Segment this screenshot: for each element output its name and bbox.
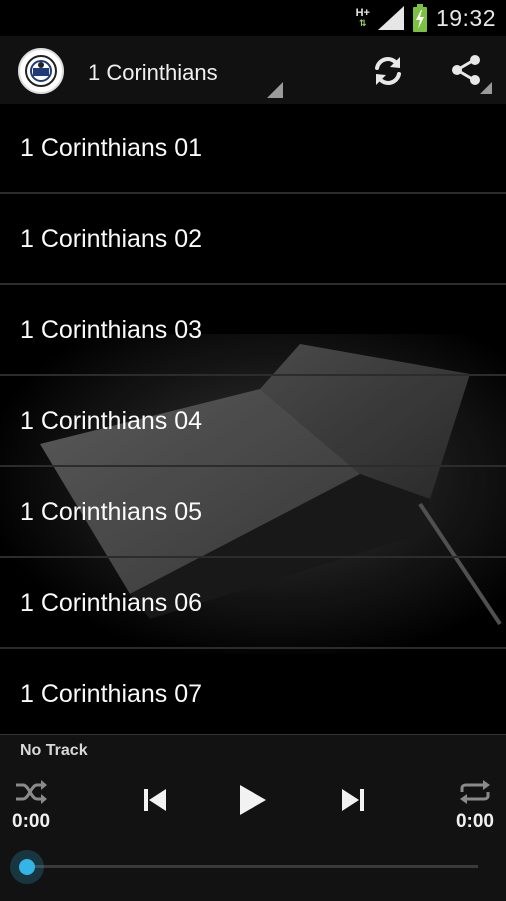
seek-bar-thumb[interactable] bbox=[10, 850, 44, 884]
list-item-label: 1 Corinthians 02 bbox=[20, 225, 203, 253]
network-type-indicator: H+ ⇅ bbox=[355, 7, 370, 29]
next-track-button[interactable] bbox=[336, 785, 370, 815]
data-arrows-icon: ⇅ bbox=[358, 18, 367, 28]
elapsed-time: 0:00 bbox=[12, 811, 51, 832]
refresh-icon bbox=[375, 57, 401, 85]
list-item-chapter-07[interactable]: 1 Corinthians 07 bbox=[0, 650, 506, 734]
status-icons: H+ ⇅ 19:32 bbox=[356, 4, 496, 32]
action-bar: 1 Corinthians bbox=[0, 36, 506, 104]
previous-track-button[interactable] bbox=[138, 785, 172, 815]
list-item-chapter-03[interactable]: 1 Corinthians 03 bbox=[0, 286, 506, 376]
repeat-button[interactable] bbox=[458, 779, 492, 805]
app-logo-icon[interactable] bbox=[18, 48, 64, 94]
seek-bar-track[interactable] bbox=[28, 865, 478, 868]
share-overflow-indicator-icon bbox=[480, 82, 492, 94]
list-item-chapter-06[interactable]: 1 Corinthians 06 bbox=[0, 559, 506, 649]
list-item-chapter-04[interactable]: 1 Corinthians 04 bbox=[0, 377, 506, 467]
seek-bar-thumb-dot bbox=[19, 859, 35, 875]
play-button[interactable] bbox=[234, 781, 270, 819]
list-item-label: 1 Corinthians 05 bbox=[20, 498, 203, 526]
share-icon bbox=[452, 55, 480, 85]
list-item-chapter-01[interactable]: 1 Corinthians 01 bbox=[0, 104, 506, 194]
list-item-chapter-02[interactable]: 1 Corinthians 02 bbox=[0, 195, 506, 285]
current-track-title: No Track bbox=[20, 742, 88, 759]
book-selector-spinner[interactable]: 1 Corinthians bbox=[80, 46, 285, 98]
network-type-label: H+ bbox=[355, 7, 370, 19]
list-item-label: 1 Corinthians 01 bbox=[20, 134, 203, 162]
play-icon bbox=[240, 785, 266, 815]
book-title: 1 Corinthians bbox=[88, 60, 218, 85]
list-item-label: 1 Corinthians 07 bbox=[20, 680, 203, 708]
chapter-list[interactable]: 1 Corinthians 01 1 Corinthians 02 1 Cori… bbox=[0, 104, 506, 734]
list-item-label: 1 Corinthians 06 bbox=[20, 589, 203, 617]
battery-icon bbox=[412, 4, 428, 32]
refresh-button[interactable] bbox=[364, 50, 412, 92]
list-item-chapter-05[interactable]: 1 Corinthians 05 bbox=[0, 468, 506, 558]
status-bar: H+ ⇅ 19:32 bbox=[0, 0, 506, 36]
skip-previous-icon bbox=[144, 789, 166, 811]
signal-strength-icon bbox=[377, 6, 404, 30]
list-item-label: 1 Corinthians 03 bbox=[20, 316, 203, 344]
media-player-bar: No Track 0:00 0:00 bbox=[0, 734, 506, 901]
shuffle-button[interactable] bbox=[14, 779, 48, 805]
spinner-indicator-icon bbox=[267, 82, 283, 98]
list-item-label: 1 Corinthians 04 bbox=[20, 407, 203, 435]
skip-next-icon bbox=[342, 789, 364, 811]
repeat-icon bbox=[460, 780, 490, 804]
status-clock: 19:32 bbox=[435, 4, 496, 31]
share-button[interactable] bbox=[440, 50, 496, 94]
shuffle-icon bbox=[16, 780, 47, 804]
total-duration: 0:00 bbox=[455, 811, 494, 832]
